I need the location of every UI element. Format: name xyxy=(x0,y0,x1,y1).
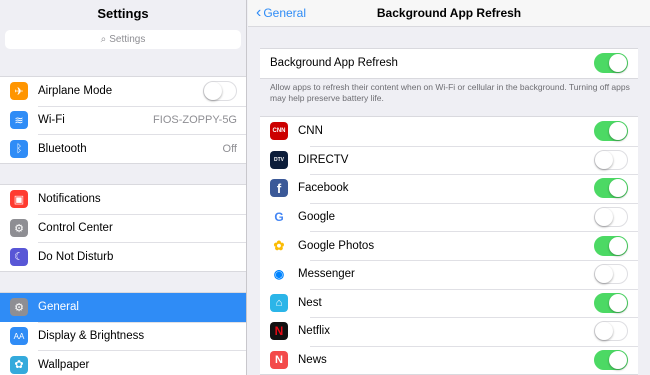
sidebar-title: Settings xyxy=(97,6,149,21)
app-row-google-photos: ✿ Google Photos xyxy=(260,231,638,260)
app-label: News xyxy=(298,354,327,367)
app-label: Nest xyxy=(298,296,322,309)
app-label: Google Photos xyxy=(298,239,375,252)
sidebar-item-label: Airplane Mode xyxy=(38,85,113,98)
app-label: Facebook xyxy=(298,182,349,195)
app-label: Netflix xyxy=(298,325,330,338)
nav-bar: ‹ General Background App Refresh xyxy=(248,0,650,27)
facebook-switch[interactable] xyxy=(594,178,628,199)
google-icon: G xyxy=(270,208,288,227)
sidebar-item-label: Display & Brightness xyxy=(38,330,145,343)
cnn-icon: CNN xyxy=(270,122,288,141)
search-wrap: ⌕ Settings xyxy=(0,26,246,54)
sidebar-item-label: Notifications xyxy=(38,193,101,206)
sidebar-item-display-brightness[interactable]: AA Display & Brightness xyxy=(0,321,246,351)
sidebar-item-label: Do Not Disturb xyxy=(38,250,114,263)
app-label: Messenger xyxy=(298,268,355,281)
app-row-google: G Google xyxy=(260,202,638,232)
sidebar-item-wallpaper[interactable]: ✿ Wallpaper xyxy=(0,350,246,375)
app-row-nest: ⌂ Nest xyxy=(260,288,638,318)
settings-group-connectivity: ✈ Airplane Mode ≋ Wi-Fi FIOS-ZOPPY-5G ᛒ … xyxy=(0,76,246,165)
sidebar-item-label: Control Center xyxy=(38,222,113,235)
sidebar-item-wifi[interactable]: ≋ Wi-Fi FIOS-ZOPPY-5G xyxy=(0,105,246,135)
settings-sidebar: Settings ⌕ Settings ✈ Airplane Mode ≋ Wi-… xyxy=(0,0,247,375)
news-switch[interactable] xyxy=(594,350,628,371)
wifi-network-value: FIOS-ZOPPY-5G xyxy=(153,114,237,127)
facebook-icon: f xyxy=(270,179,288,198)
moon-icon: ☾ xyxy=(10,247,28,266)
gear-icon: ⚙ xyxy=(10,298,28,317)
display-icon: AA xyxy=(10,327,28,346)
messenger-icon: ◉ xyxy=(270,265,288,284)
master-refresh-label: Background App Refresh xyxy=(270,57,398,70)
control-center-icon: ⚙ xyxy=(10,219,28,238)
sidebar-item-do-not-disturb[interactable]: ☾ Do Not Disturb xyxy=(0,242,246,271)
sidebar-item-label: Wi-Fi xyxy=(38,114,65,127)
app-row-cnn: CNN CNN xyxy=(260,117,638,146)
sidebar-item-bluetooth[interactable]: ᛒ Bluetooth Off xyxy=(0,134,246,163)
sidebar-item-label: Bluetooth xyxy=(38,142,87,155)
search-field[interactable]: ⌕ Settings xyxy=(5,30,241,49)
messenger-switch[interactable] xyxy=(594,264,628,285)
news-icon: N xyxy=(270,351,288,370)
master-refresh-row: Background App Refresh xyxy=(260,49,638,78)
sidebar-item-general[interactable]: ⚙ General xyxy=(0,293,246,322)
master-refresh-switch[interactable] xyxy=(594,53,628,74)
search-icon: ⌕ xyxy=(100,34,107,45)
app-row-messenger: ◉ Messenger xyxy=(260,259,638,289)
cnn-switch[interactable] xyxy=(594,121,628,142)
nest-icon: ⌂ xyxy=(270,293,288,312)
sidebar-item-label: General xyxy=(38,301,79,314)
airplane-icon: ✈ xyxy=(10,82,28,101)
bluetooth-icon: ᛒ xyxy=(10,139,28,158)
airplane-mode-switch[interactable] xyxy=(203,81,237,102)
wallpaper-icon: ✿ xyxy=(10,355,28,374)
bluetooth-value: Off xyxy=(222,142,237,155)
netflix-switch[interactable] xyxy=(594,321,628,342)
directv-switch[interactable] xyxy=(594,149,628,170)
nest-switch[interactable] xyxy=(594,292,628,313)
netflix-icon: N xyxy=(270,322,288,341)
app-label: DIRECTV xyxy=(298,153,349,166)
settings-group-general: ⚙ General AA Display & Brightness ✿ Wall… xyxy=(0,292,246,375)
app-list: CNN CNN DTV DIRECTV f Facebook G Google … xyxy=(260,116,638,375)
app-row-facebook: f Facebook xyxy=(260,174,638,203)
sidebar-item-label: Wallpaper xyxy=(38,358,90,371)
google-photos-icon: ✿ xyxy=(270,236,288,255)
settings-group-notifications: ▣ Notifications ⚙ Control Center ☾ Do No… xyxy=(0,184,246,273)
app-row-netflix: N Netflix xyxy=(260,317,638,346)
app-row-directv: DTV DIRECTV xyxy=(260,145,638,175)
sidebar-item-control-center[interactable]: ⚙ Control Center xyxy=(0,213,246,243)
detail-pane: ‹ General Background App Refresh Backgrou… xyxy=(248,0,650,375)
app-label: Google xyxy=(298,211,336,224)
search-placeholder: Settings xyxy=(109,34,146,45)
app-row-news: N News xyxy=(260,345,638,375)
page-title: Background App Refresh xyxy=(376,6,522,20)
wifi-icon: ≋ xyxy=(10,111,28,130)
notifications-icon: ▣ xyxy=(10,190,28,209)
app-label: CNN xyxy=(298,125,323,138)
google-switch[interactable] xyxy=(594,207,628,228)
directv-icon: DTV xyxy=(270,150,288,169)
master-toggle-card: Background App Refresh xyxy=(260,48,638,79)
sidebar-item-airplane-mode[interactable]: ✈ Airplane Mode xyxy=(0,77,246,106)
google-photos-switch[interactable] xyxy=(594,235,628,256)
refresh-description: Allow apps to refresh their content when… xyxy=(270,82,630,103)
sidebar-item-notifications[interactable]: ▣ Notifications xyxy=(0,185,246,214)
